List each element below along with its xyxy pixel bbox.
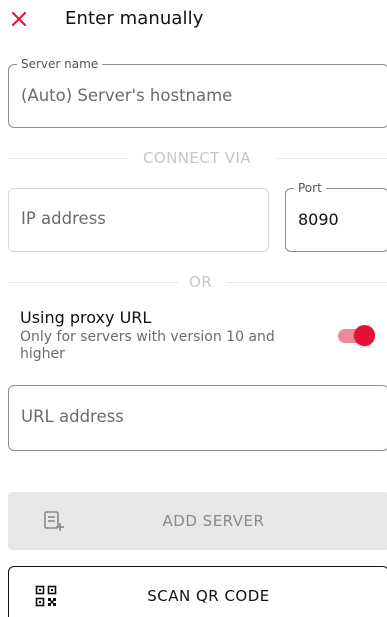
header: Enter manually — [0, 0, 387, 40]
close-button[interactable] — [6, 6, 32, 32]
ip-address-placeholder: IP address — [21, 209, 106, 228]
or-divider-right — [226, 282, 387, 283]
port-label: Port — [294, 181, 326, 195]
divider-right — [275, 158, 387, 159]
add-server-button[interactable]: ADD SERVER — [8, 492, 387, 550]
divider-left — [8, 158, 126, 159]
toggle-thumb — [354, 325, 375, 346]
port-value: 8090 — [298, 210, 339, 229]
proxy-title: Using proxy URL — [20, 308, 152, 327]
ip-address-field[interactable]: IP address — [8, 188, 269, 252]
server-name-placeholder: (Auto) Server's hostname — [21, 86, 233, 105]
port-field[interactable]: Port 8090 — [285, 181, 387, 252]
url-address-placeholder: URL address — [21, 407, 124, 426]
or-divider-left — [8, 282, 178, 283]
enter-manually-screen: Enter manually Server name (Auto) Server… — [0, 0, 387, 617]
page-title: Enter manually — [65, 8, 204, 29]
proxy-description: Only for servers with version 10 and hig… — [20, 329, 275, 362]
server-name-label: Server name — [17, 57, 103, 71]
url-address-field[interactable]: URL address — [8, 385, 387, 451]
add-server-label: ADD SERVER — [162, 512, 265, 530]
connect-via-label: CONNECT VIA — [143, 149, 251, 167]
scan-qr-button[interactable]: SCAN QR CODE — [8, 566, 387, 617]
scan-qr-label: SCAN QR CODE — [147, 587, 270, 605]
server-name-field[interactable]: Server name (Auto) Server's hostname — [8, 57, 387, 128]
close-icon — [12, 12, 26, 26]
proxy-toggle[interactable] — [338, 325, 375, 347]
or-label: OR — [189, 273, 213, 291]
